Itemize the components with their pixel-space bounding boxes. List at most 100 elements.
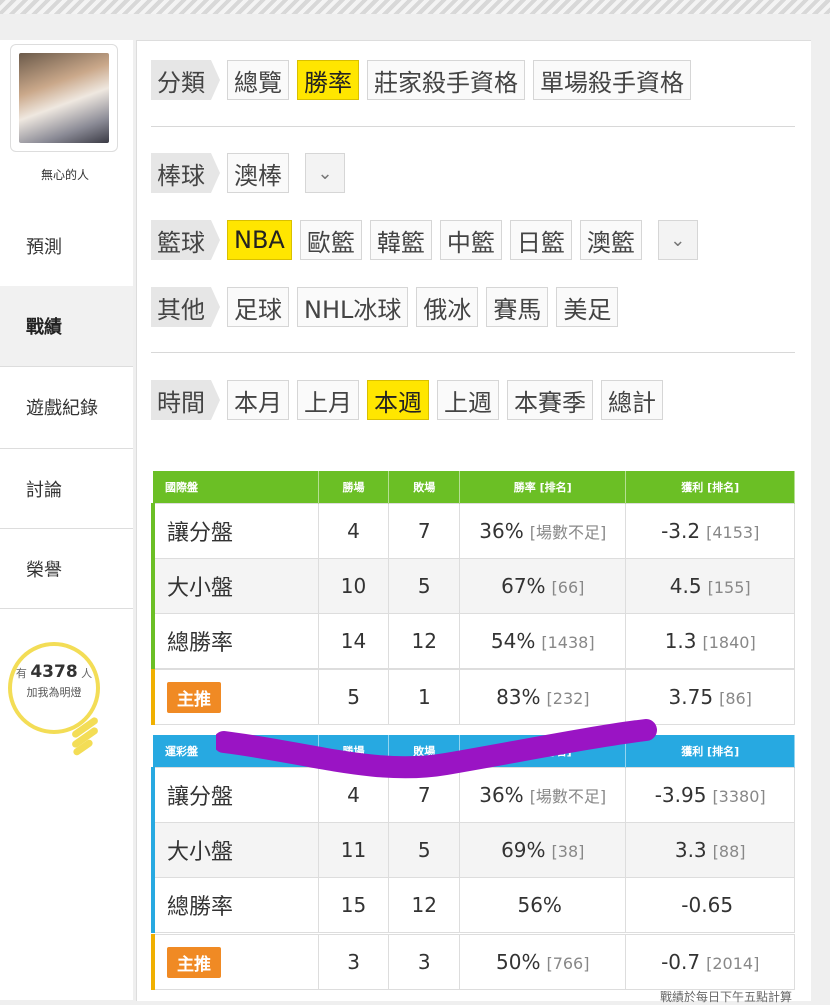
intl-record-table: 國際盤 勝場 敗場 勝率 [排名] 獲利 [排名] 讓分盤 4 7 36% [場數… [150, 471, 795, 669]
cell-profit: -0.7 [2014] [625, 934, 795, 990]
rate-value: 50% [496, 950, 541, 974]
league-euro[interactable]: 歐籃 [299, 220, 362, 260]
table-title: 國際盤 [153, 471, 319, 504]
cell-loss: 3 [388, 934, 461, 990]
profit-rank: [86] [719, 689, 752, 708]
league-kbl[interactable]: 韓籃 [369, 220, 432, 260]
cell-rate: 54% [1438] [459, 613, 627, 669]
profit-value: -0.7 [661, 950, 701, 974]
league-abl[interactable]: 澳棒 [227, 153, 289, 193]
league-horse[interactable]: 賽馬 [486, 287, 549, 327]
tab-win-rate[interactable]: 勝率 [297, 60, 359, 100]
col-profit: 獲利 [排名] [625, 471, 795, 504]
profit-rank: [1840] [702, 633, 756, 652]
time-filter-row: 時間 本月 上月 本週 上週 本賽季 總計 [151, 380, 663, 420]
period-last-week[interactable]: 上週 [437, 380, 499, 420]
fans-suffix: 人 [81, 667, 93, 680]
cell-win: 3 [317, 934, 390, 990]
league-nfl[interactable]: 美足 [556, 287, 619, 327]
sidebar: 無心的人 預測 戰績 遊戲紀錄 討論 榮譽 有 4378 人 加我為明燈 [0, 40, 133, 1000]
row-label: 總勝率 [150, 613, 319, 669]
footer-note: 戰績於每日下午五點計算 [659, 990, 792, 1004]
period-this-week[interactable]: 本週 [367, 380, 429, 420]
username[interactable]: 無心的人 [0, 166, 130, 183]
rate-value: 69% [501, 838, 546, 862]
league-nba[interactable]: NBA [227, 220, 292, 260]
col-win: 勝場 [318, 471, 390, 504]
cell-win: 15 [317, 877, 390, 933]
league-nhl[interactable]: NHL冰球 [297, 287, 409, 327]
cell-profit: -3.2 [4153] [625, 503, 795, 559]
category-label: 分類 [151, 60, 220, 100]
profit-value: -3.95 [654, 783, 707, 807]
cell-rate: 56% [459, 877, 627, 933]
row-label: 讓分盤 [150, 503, 319, 559]
fans-count: 4378 [30, 662, 78, 682]
profit-rank: [4153] [706, 523, 760, 542]
tab-banker-killer[interactable]: 莊家殺手資格 [367, 60, 525, 100]
chevron-down-icon[interactable]: ⌄ [305, 153, 345, 193]
follow-cta[interactable]: 加我為明燈 [12, 684, 96, 700]
league-cba[interactable]: 中籃 [439, 220, 502, 260]
rate-value: 83% [496, 685, 541, 709]
table-row: 讓分盤 4 7 36% [場數不足] -3.2 [4153] [150, 503, 795, 559]
tab-single-killer[interactable]: 單場殺手資格 [533, 60, 691, 100]
avatar[interactable] [19, 53, 109, 143]
league-khl[interactable]: 俄冰 [416, 287, 479, 327]
cell-win: 11 [317, 822, 390, 878]
nav-divider [0, 608, 133, 609]
cell-rate: 50% [766] [459, 934, 627, 990]
league-soccer[interactable]: 足球 [227, 287, 289, 327]
profit-rank: [88] [712, 842, 746, 861]
profit-value: 3.75 [668, 685, 714, 709]
rate-rank: [1438] [541, 633, 595, 652]
profit-value: 1.3 [664, 629, 697, 653]
baseball-label: 棒球 [151, 153, 220, 193]
chevron-down-icon[interactable]: ⌄ [657, 220, 698, 260]
nav-honor[interactable]: 榮譽 [0, 528, 133, 608]
time-label: 時間 [151, 380, 220, 420]
table-header: 國際盤 勝場 敗場 勝率 [排名] 獲利 [排名] [153, 471, 795, 504]
period-total[interactable]: 總計 [601, 380, 663, 420]
record-panel: 分類 總覽 勝率 莊家殺手資格 單場殺手資格 棒球 澳棒 ⌄ 籃球 NBA 歐籃… [136, 40, 811, 1001]
period-last-month[interactable]: 上月 [297, 380, 359, 420]
tab-overview[interactable]: 總覽 [227, 60, 289, 100]
rate-value: 67% [501, 574, 546, 598]
league-nbl[interactable]: 澳籃 [579, 220, 642, 260]
basketball-filter-row: 籃球 NBA 歐籃 韓籃 中籃 日籃 澳籃 ⌄ [151, 220, 698, 260]
rate-value: 56% [517, 893, 562, 917]
cell-loss: 12 [388, 613, 461, 669]
divider [151, 126, 795, 127]
nav-discussion[interactable]: 討論 [0, 448, 133, 528]
redaction-scribble [216, 719, 657, 779]
rate-rank: [232] [546, 689, 590, 708]
table-row: 總勝率 15 12 56% -0.65 [150, 877, 795, 933]
rate-value: 36% [479, 783, 524, 807]
other-label: 其他 [151, 287, 220, 327]
col-loss: 敗場 [388, 471, 461, 504]
rate-rank: [場數不足] [529, 523, 607, 542]
nav-prediction[interactable]: 預測 [0, 206, 133, 286]
row-label: 大小盤 [150, 558, 319, 614]
cell-rate: 36% [場數不足] [459, 503, 627, 559]
period-season[interactable]: 本賽季 [507, 380, 593, 420]
col-rate: 勝率 [排名] [459, 471, 627, 504]
cell-loss: 7 [388, 503, 461, 559]
avatar-frame[interactable] [10, 44, 118, 152]
profit-rank: [3380] [712, 787, 766, 806]
profit-rank: [155] [707, 578, 751, 597]
league-jpn[interactable]: 日籃 [509, 220, 572, 260]
profit-rank: [2014] [706, 954, 760, 973]
period-this-month[interactable]: 本月 [227, 380, 289, 420]
rate-rank: [場數不足] [529, 787, 607, 806]
rate-rank: [766] [546, 954, 590, 973]
nav-game-log[interactable]: 遊戲紀錄 [0, 366, 133, 446]
main-pick-badge: 主推 [167, 946, 221, 978]
table-row-main-pick: 主推 3 3 50% [766] -0.7 [2014] [150, 934, 795, 990]
nav-record[interactable]: 戰績 [0, 286, 133, 366]
lightbulb-badge[interactable]: 有 4378 人 加我為明燈 [8, 642, 100, 734]
cell-rate: 69% [38] [459, 822, 627, 878]
cell-win: 10 [317, 558, 390, 614]
table-row: 大小盤 10 5 67% [66] 4.5 [155] [150, 558, 795, 614]
cell-rate: 67% [66] [459, 558, 627, 614]
